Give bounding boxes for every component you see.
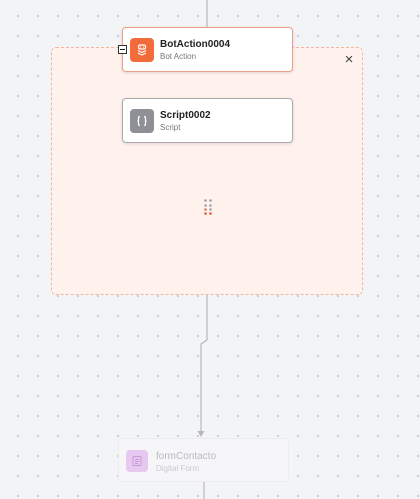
node-botaction[interactable]: BotAction0004 Bot Action — [118, 27, 293, 72]
node-script[interactable]: Script0002 Script — [122, 98, 293, 143]
node-form[interactable]: formContacto Digital Form — [118, 438, 289, 482]
collapse-toggle-icon[interactable] — [118, 45, 127, 54]
loop-group-container[interactable]: × — [51, 47, 363, 295]
node-subtitle: Script — [160, 123, 181, 132]
bot-action-icon — [130, 38, 154, 62]
script-braces-icon — [130, 109, 154, 133]
close-icon[interactable]: × — [342, 52, 356, 67]
form-document-icon — [126, 450, 148, 472]
node-title: formContacto — [156, 451, 217, 462]
arrowhead-form — [197, 431, 205, 437]
node-title: BotAction0004 — [160, 39, 231, 50]
node-subtitle: Bot Action — [160, 52, 197, 61]
node-subtitle: Digital Form — [156, 464, 200, 473]
add-step-handle[interactable] — [203, 198, 213, 216]
edge-group-to-form — [200, 295, 208, 433]
node-title: Script0002 — [160, 110, 211, 121]
